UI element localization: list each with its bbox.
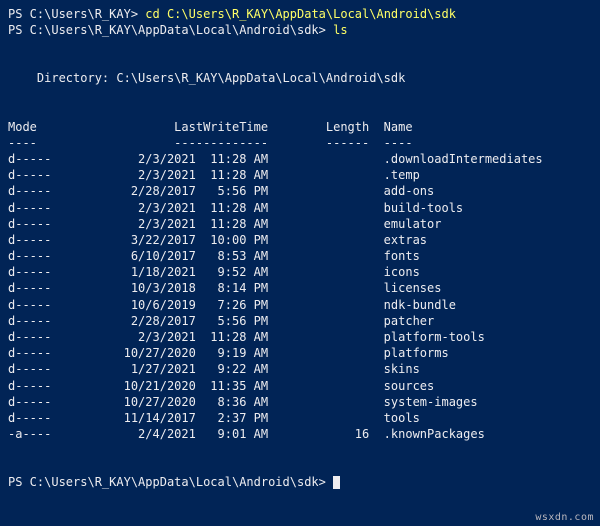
prompt-line-2: PS C:\Users\R_KAY\AppData\Local\Android\… <box>8 22 592 38</box>
command-cd: cd C:\Users\R_KAY\AppData\Local\Android\… <box>145 7 456 21</box>
prompt-prefix-1: PS C:\Users\R_KAY> <box>8 7 145 21</box>
table-row: d----- 2/3/2021 11:28 AM build-tools <box>8 200 592 216</box>
prompt-line-active[interactable]: PS C:\Users\R_KAY\AppData\Local\Android\… <box>8 474 592 490</box>
cursor-icon <box>333 476 340 489</box>
blank-line <box>8 38 592 54</box>
table-row: -a---- 2/4/2021 9:01 AM 16 .knownPackage… <box>8 426 592 442</box>
table-row: d----- 10/27/2020 8:36 AM system-images <box>8 394 592 410</box>
column-dashes: ---- ------------- ------ ---- <box>8 135 592 151</box>
prompt-prefix-active: PS C:\Users\R_KAY\AppData\Local\Android\… <box>8 475 333 489</box>
table-row: d----- 10/3/2018 8:14 PM licenses <box>8 280 592 296</box>
directory-header: Directory: C:\Users\R_KAY\AppData\Local\… <box>8 70 592 86</box>
table-row: d----- 1/18/2021 9:52 AM icons <box>8 264 592 280</box>
table-row: d----- 10/21/2020 11:35 AM sources <box>8 378 592 394</box>
table-row: d----- 6/10/2017 8:53 AM fonts <box>8 248 592 264</box>
blank-line <box>8 87 592 103</box>
table-row: d----- 2/3/2021 11:28 AM platform-tools <box>8 329 592 345</box>
blank-line <box>8 103 592 119</box>
blank-line <box>8 54 592 70</box>
table-row: d----- 2/28/2017 5:56 PM patcher <box>8 313 592 329</box>
blank-line <box>8 458 592 474</box>
column-headers: Mode LastWriteTime Length Name <box>8 119 592 135</box>
directory-listing: d----- 2/3/2021 11:28 AM .downloadInterm… <box>8 151 592 442</box>
blank-line <box>8 442 592 458</box>
table-row: d----- 3/22/2017 10:00 PM extras <box>8 232 592 248</box>
table-row: d----- 2/3/2021 11:28 AM .temp <box>8 167 592 183</box>
table-row: d----- 2/28/2017 5:56 PM add-ons <box>8 183 592 199</box>
table-row: d----- 10/6/2019 7:26 PM ndk-bundle <box>8 297 592 313</box>
table-row: d----- 1/27/2021 9:22 AM skins <box>8 361 592 377</box>
prompt-line-1: PS C:\Users\R_KAY> cd C:\Users\R_KAY\App… <box>8 6 592 22</box>
prompt-prefix-2: PS C:\Users\R_KAY\AppData\Local\Android\… <box>8 23 333 37</box>
table-row: d----- 2/3/2021 11:28 AM .downloadInterm… <box>8 151 592 167</box>
table-row: d----- 11/14/2017 2:37 PM tools <box>8 410 592 426</box>
table-row: d----- 2/3/2021 11:28 AM emulator <box>8 216 592 232</box>
table-row: d----- 10/27/2020 9:19 AM platforms <box>8 345 592 361</box>
watermark-text: wsxdn.com <box>535 511 594 525</box>
command-ls: ls <box>333 23 347 37</box>
